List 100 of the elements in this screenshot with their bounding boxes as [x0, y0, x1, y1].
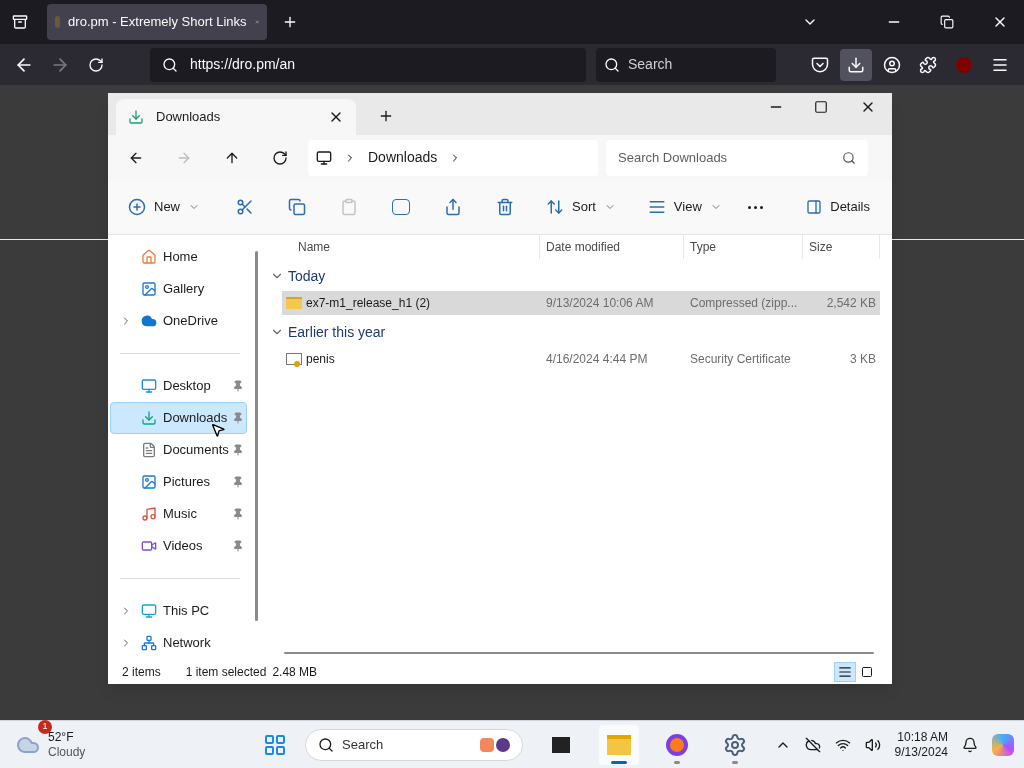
file-row[interactable]: penis 4/16/2024 4:44 PM Security Certificate 3 KB [282, 347, 880, 371]
home-icon [141, 249, 157, 265]
copilot-icon[interactable] [992, 733, 1014, 756]
search-icon [604, 56, 620, 73]
restore-icon[interactable] [940, 15, 954, 29]
weather-condition: Cloudy [48, 744, 86, 760]
scrollbar[interactable] [284, 652, 874, 654]
volume-icon[interactable] [864, 736, 881, 753]
puzzle-icon [919, 55, 937, 74]
search-field[interactable]: Search [305, 728, 523, 761]
document-icon [141, 442, 157, 458]
download-icon [847, 55, 865, 74]
sidebar-item[interactable]: Music [110, 498, 247, 530]
search-placeholder: Search [628, 55, 673, 74]
search-placeholder: Search Downloads [618, 148, 728, 167]
date-cell-text: 4/16/2024 4:44 PM [545, 351, 649, 368]
folder-button[interactable] [599, 724, 639, 765]
download-button[interactable] [840, 48, 872, 81]
sidebar-item[interactable]: Desktop [110, 370, 247, 402]
view-button[interactable]: View [639, 191, 730, 223]
favicon-icon [55, 16, 61, 28]
type-cell-text: Compressed (zipp... [689, 295, 799, 312]
search-icon [842, 150, 856, 165]
sidebar-label: Network [163, 634, 211, 653]
gallery-icon [141, 281, 157, 297]
sidebar-item[interactable]: This PC [110, 595, 247, 627]
details-button[interactable]: Details [798, 191, 878, 223]
sidebar-label: Pictures [163, 473, 210, 492]
column-header[interactable]: Type [684, 235, 803, 259]
search-placeholder: Search [342, 735, 384, 754]
new-tab-icon[interactable] [378, 108, 394, 124]
refresh-icon[interactable] [272, 149, 288, 166]
item-count: 2 items [122, 664, 161, 681]
breadcrumb-item[interactable]: Downloads [368, 147, 438, 168]
picture-icon [141, 474, 157, 490]
search-field[interactable]: Search Downloads [606, 139, 868, 176]
tab-title: dro.pm - Extremely Short Links [68, 13, 247, 32]
clock-time[interactable]: 10:18 AM [897, 729, 948, 745]
sidebar-item[interactable]: Home [110, 241, 247, 273]
file-name: ex7-m1_release_h1 (2) [306, 295, 431, 312]
folder-icon [607, 734, 631, 755]
search-icon [162, 56, 178, 73]
scrollbar[interactable] [255, 251, 258, 621]
copy-icon [288, 198, 306, 216]
pocket-icon [811, 55, 829, 74]
column-header[interactable]: Date modified [540, 235, 684, 259]
new-tab-icon[interactable] [282, 14, 298, 30]
panel-icon [806, 199, 823, 215]
share-icon [444, 198, 462, 216]
scissors-icon [236, 198, 254, 216]
address-bar[interactable]: Downloads [308, 139, 598, 176]
sidebar-item[interactable]: Downloads [110, 402, 247, 434]
file-row[interactable]: ex7-m1_release_h1 (2) 9/13/2024 10:06 AM Compressed (zipp... 2,542 KB [282, 291, 880, 315]
start-icon[interactable] [263, 732, 287, 757]
group-header: Earlier this year [288, 322, 386, 342]
file-name: penis [306, 351, 335, 368]
reload-icon[interactable] [88, 56, 104, 73]
search-highlight-drawing [480, 737, 510, 752]
selection-status: 1 item selected [185, 664, 267, 681]
sidebar-label: OneDrive [163, 312, 218, 331]
square-icon [861, 666, 873, 678]
type-cell-text: Security Certificate [689, 351, 792, 368]
sidebar-label: Gallery [163, 280, 205, 299]
download-icon [141, 410, 157, 426]
column-header[interactable]: Name [282, 235, 540, 259]
search-field[interactable]: Search [596, 47, 776, 82]
sidebar-item[interactable]: Network [110, 627, 247, 659]
network-icon [141, 635, 157, 651]
plus-circle-icon [128, 198, 146, 216]
cloud-off-icon[interactable] [804, 736, 821, 753]
new-button[interactable]: New [120, 191, 208, 223]
sidebar-label: Videos [163, 537, 203, 556]
explorer-tab[interactable]: Downloads [116, 99, 356, 135]
sidebar-item[interactable]: Gallery [110, 273, 247, 305]
cursor-icon [210, 422, 226, 438]
account-icon [883, 55, 901, 74]
maximize-icon[interactable] [814, 100, 828, 114]
sidebar-label: Desktop [163, 377, 211, 396]
cloud-icon [141, 313, 157, 329]
lines-icon [647, 198, 666, 216]
sidebar-item[interactable]: Documents [110, 434, 247, 466]
sort-button[interactable]: Sort [538, 191, 624, 223]
sidebar-label: Home [163, 248, 198, 267]
sidebar-item[interactable]: OneDrive [110, 305, 247, 337]
address-bar[interactable]: https://dro.pm/an [150, 47, 586, 82]
browser-tab[interactable]: dro.pm - Extremely Short Links [47, 4, 267, 40]
clock-date[interactable]: 9/13/2024 [894, 744, 948, 760]
sidebar-item[interactable]: Videos [110, 530, 247, 562]
sidebar-item[interactable]: Pictures [110, 466, 247, 498]
sidebar-label: Documents [163, 441, 229, 460]
rename-icon [392, 199, 410, 215]
group-header: Today [288, 266, 326, 286]
details-view-button[interactable] [834, 662, 856, 682]
bell-icon[interactable] [962, 736, 978, 753]
tab-list-icon[interactable] [12, 14, 28, 30]
download-icon [128, 109, 144, 125]
certificate-icon [286, 353, 302, 365]
column-header[interactable]: Size [803, 235, 880, 259]
search-icon [318, 736, 334, 753]
size-cell-text: 3 KB [849, 351, 877, 368]
